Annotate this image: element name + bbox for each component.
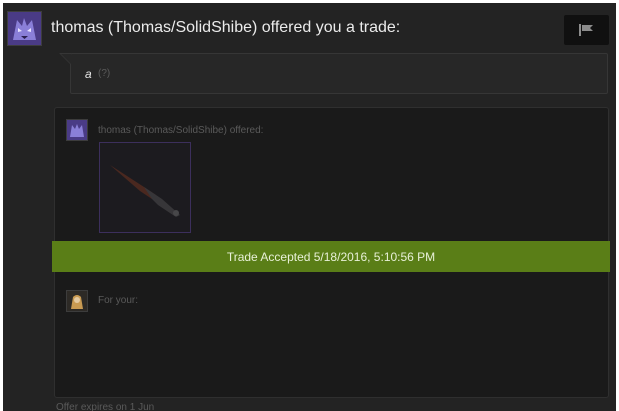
expiration-text: Offer expires on 1 Jun: [56, 402, 155, 411]
your-avatar[interactable]: [66, 290, 88, 312]
your-items-label: For your:: [98, 295, 139, 306]
trade-message: a (?): [70, 53, 608, 94]
page-title: thomas (Thomas/SolidShibe) offered you a…: [51, 19, 401, 36]
trade-offer-window: thomas (Thomas/SolidShibe) offered you a…: [3, 3, 616, 411]
message-help-link[interactable]: (?): [98, 68, 110, 79]
message-text: a: [85, 67, 92, 81]
knife-item-icon: [110, 165, 180, 217]
trade-accepted-banner: Trade Accepted 5/18/2016, 5:10:56 PM: [52, 241, 610, 272]
offer-avatar[interactable]: [66, 119, 88, 141]
flag-icon: [579, 24, 593, 36]
offer-label: thomas (Thomas/SolidShibe) offered:: [98, 125, 264, 136]
message-bubble-tail-inner: [61, 54, 71, 64]
status-text: Trade Accepted 5/18/2016, 5:10:56 PM: [226, 249, 436, 264]
item-slot[interactable]: [99, 142, 191, 233]
report-button[interactable]: [564, 15, 609, 45]
avatar[interactable]: [7, 11, 42, 46]
